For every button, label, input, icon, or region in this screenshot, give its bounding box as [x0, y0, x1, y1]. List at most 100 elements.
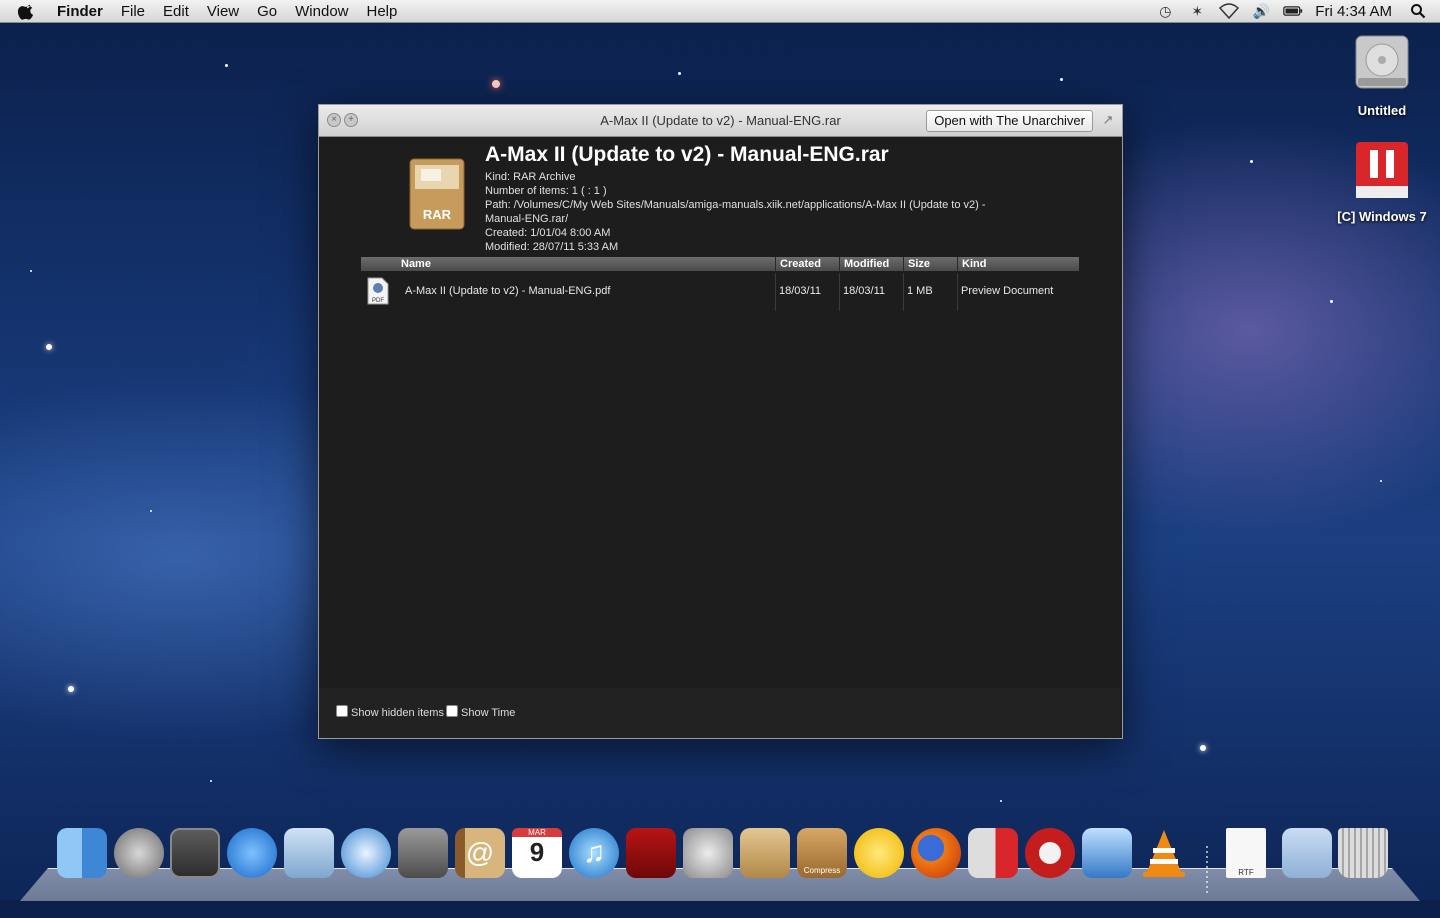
show-time-option[interactable]: Show Time	[446, 705, 515, 719]
photo-booth-icon[interactable]	[170, 828, 220, 878]
menu-finder[interactable]: Finder	[48, 3, 112, 20]
system-preferences-icon[interactable]	[683, 828, 733, 878]
archive-modified: Modified: 28/07/11 5:33 AM	[485, 241, 619, 253]
window-footer: Show hidden items Show Time	[319, 688, 1120, 738]
table-row[interactable]: PDF A-Max II (Update to v2) - Manual-ENG…	[361, 273, 1079, 311]
ical-day: 9	[529, 837, 545, 867]
apple-menu-icon[interactable]	[18, 2, 36, 20]
archive-path: Path: /Volumes/C/My Web Sites/Manuals/am…	[485, 199, 986, 225]
photo-slideshow-icon[interactable]	[626, 828, 676, 878]
ical-month: MAR	[512, 828, 562, 837]
star	[1060, 78, 1063, 81]
show-hidden-items-label: Show hidden items	[351, 707, 444, 719]
compress-icon[interactable]: Compress	[797, 828, 847, 878]
star	[46, 344, 52, 350]
desktop-icon-label: [C] Windows 7	[1337, 209, 1427, 224]
pdf-icon-label: PDF	[372, 298, 384, 304]
wifi-icon[interactable]	[1219, 3, 1240, 19]
menubar-clock[interactable]: Fri 4:34 AM	[1315, 3, 1392, 20]
itunes-icon[interactable]: ♫	[569, 828, 619, 878]
menu-window[interactable]: Window	[286, 3, 357, 20]
trash-icon[interactable]	[1338, 828, 1388, 878]
column-header-size[interactable]: Size	[903, 257, 957, 271]
archive-created: Created: 1/01/04 8:00 AM	[485, 227, 611, 239]
quicklook-window: × + A-Max II (Update to v2) - Manual-ENG…	[318, 104, 1123, 739]
row-kind: Preview Document	[961, 285, 1054, 297]
desktop-icon-label: Untitled	[1357, 103, 1407, 118]
star	[68, 686, 74, 692]
pdf-file-icon: PDF	[367, 277, 389, 305]
show-time-checkbox[interactable]	[446, 705, 458, 717]
archive-kind: Kind: RAR Archive	[485, 171, 576, 183]
facetime-icon[interactable]	[398, 828, 448, 878]
show-hidden-items-option[interactable]: Show hidden items	[336, 705, 444, 719]
spotlight-search-icon[interactable]	[1408, 3, 1428, 19]
star	[150, 510, 152, 512]
menu-view[interactable]: View	[198, 3, 248, 20]
archive-utility-icon[interactable]	[740, 828, 790, 878]
column-divider	[903, 273, 904, 311]
address-book-icon[interactable]: @	[455, 828, 505, 878]
menu-edit[interactable]: Edit	[154, 3, 198, 20]
desktop-icon-windows-7[interactable]: [C] Windows 7	[1337, 140, 1427, 224]
star	[30, 270, 32, 272]
row-size: 1 MB	[907, 285, 933, 297]
column-divider	[839, 273, 840, 311]
mail-icon[interactable]	[284, 828, 334, 878]
star	[1000, 800, 1002, 802]
rar-icon-label: RAR	[423, 207, 452, 222]
menu-bar: Finder File Edit View Go Window Help ◷ ✶…	[0, 0, 1440, 23]
row-name: A-Max II (Update to v2) - Manual-ENG.pdf	[405, 285, 611, 297]
parallels-icon[interactable]	[968, 828, 1018, 878]
folder-icon[interactable]	[1282, 828, 1332, 878]
window-titlebar[interactable]: × + A-Max II (Update to v2) - Manual-ENG…	[319, 105, 1122, 137]
rar-archive-icon: RAR	[409, 158, 465, 230]
parallels-vm-icon	[1356, 142, 1408, 198]
menu-go[interactable]: Go	[248, 3, 286, 20]
star	[678, 72, 681, 75]
column-divider	[775, 273, 776, 311]
column-header-kind[interactable]: Kind	[957, 257, 1079, 271]
show-time-label: Show Time	[461, 707, 516, 719]
launchpad-icon[interactable]	[114, 828, 164, 878]
volume-icon[interactable]: 🔊	[1251, 3, 1271, 19]
star	[1200, 745, 1206, 751]
show-hidden-items-checkbox[interactable]	[336, 705, 348, 717]
column-header-created[interactable]: Created	[775, 257, 839, 271]
vlc-icon[interactable]	[1139, 828, 1189, 878]
battery-icon[interactable]	[1283, 3, 1303, 19]
star	[210, 780, 212, 782]
star	[225, 64, 228, 67]
star	[492, 80, 500, 88]
desktop-icon-untitled[interactable]: Untitled	[1337, 30, 1427, 118]
star	[1250, 160, 1253, 163]
cyberduck-icon[interactable]	[854, 828, 904, 878]
star	[1330, 300, 1333, 303]
safari-icon[interactable]	[341, 828, 391, 878]
column-header-name[interactable]: Name	[397, 257, 775, 271]
finder-icon[interactable]	[57, 828, 107, 878]
bluetooth-icon[interactable]: ✶	[1187, 3, 1207, 19]
menu-help[interactable]: Help	[358, 3, 407, 20]
toaster-icon[interactable]	[1082, 828, 1132, 878]
firefox-icon[interactable]	[911, 828, 961, 878]
archive-item-count: Number of items: 1 ( : 1 )	[485, 185, 607, 197]
app-store-icon[interactable]	[227, 828, 277, 878]
rtf-document-icon[interactable]: RTF	[1226, 828, 1266, 878]
open-with-unarchiver-button[interactable]: Open with The Unarchiver	[926, 110, 1093, 132]
star	[1380, 480, 1382, 482]
ical-icon[interactable]: MAR 9	[512, 828, 562, 878]
disk-utility-icon[interactable]	[1025, 828, 1075, 878]
hard-drive-icon	[1355, 35, 1409, 89]
column-header-modified[interactable]: Modified	[839, 257, 903, 271]
vlc-cone-shape	[1143, 830, 1185, 877]
menu-file[interactable]: File	[112, 3, 154, 20]
column-divider	[957, 273, 958, 311]
archive-name: A-Max II (Update to v2) - Manual-ENG.rar	[485, 143, 889, 166]
row-created: 18/03/11	[779, 285, 822, 297]
row-modified: 18/03/11	[843, 285, 886, 297]
fullscreen-icon[interactable]: ↗	[1100, 112, 1116, 128]
time-machine-icon[interactable]: ◷	[1155, 3, 1175, 19]
file-table-header: Name Created Modified Size Kind	[361, 257, 1079, 271]
dock-separator	[1206, 846, 1208, 894]
